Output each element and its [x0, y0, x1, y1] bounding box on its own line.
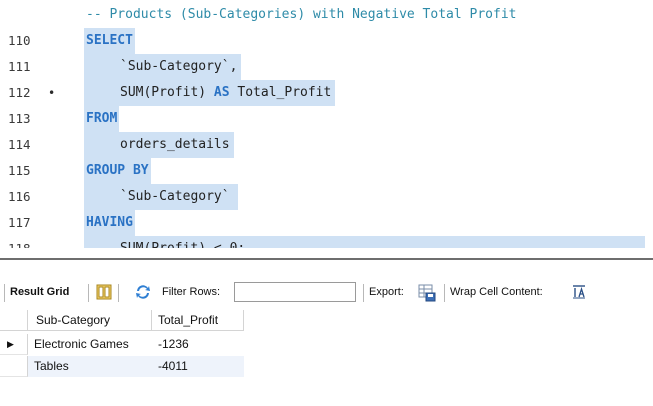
toolbar-divider	[444, 284, 445, 302]
form-editor-icon[interactable]	[96, 284, 112, 300]
column-header-sub-category[interactable]: Sub-Category	[28, 310, 152, 331]
result-toolbar: Result Grid Filter Rows: Export: Wrap Ce…	[0, 282, 653, 304]
grid-cell[interactable]: Tables	[28, 356, 152, 377]
sql-function: SUM(Profit)	[120, 85, 207, 100]
export-label: Export:	[369, 286, 404, 298]
toolbar-divider	[4, 284, 5, 302]
row-header-corner	[0, 310, 28, 331]
code-line-111[interactable]: 111 • SELECT	[0, 28, 653, 100]
column-header-total-profit[interactable]: Total_Profit	[152, 310, 244, 331]
code-text: SELECT	[84, 28, 135, 54]
code-text: `Sub-Category`,	[84, 54, 242, 80]
sql-keyword: GROUP BY	[86, 163, 149, 178]
code-line-118[interactable]: 118 HAVING	[0, 210, 653, 248]
sql-keyword: SELECT	[86, 33, 133, 48]
row-pointer-icon[interactable]: ▶	[0, 334, 28, 355]
result-grid[interactable]: Sub-Category Total_Profit ▶ Electronic G…	[0, 310, 653, 406]
code-line-116[interactable]: 116 GROUP BY	[0, 158, 653, 204]
sql-keyword: HAVING	[86, 215, 133, 230]
wrap-cell-content-label: Wrap Cell Content:	[450, 286, 543, 298]
code-text: orders_details	[84, 132, 234, 158]
code-line-117[interactable]: 117 `Sub-Category`	[0, 184, 653, 230]
code-text: FROM	[84, 106, 120, 132]
panel-splitter[interactable]	[0, 258, 653, 260]
code-text: HAVING	[84, 210, 135, 236]
code-text: `Sub-Category`	[84, 184, 238, 210]
sql-alias: Total_Profit	[237, 85, 332, 100]
toolbar-divider	[118, 284, 119, 302]
filter-rows-input[interactable]	[234, 282, 356, 302]
code-line-113[interactable]: 113 SUM(Profit) AS Total_Profit	[0, 80, 653, 126]
code-text: SUM(Profit) < 0;	[84, 236, 646, 248]
sql-keyword: AS	[213, 85, 230, 100]
filter-rows-label: Filter Rows:	[162, 286, 221, 298]
row-selector[interactable]	[0, 356, 28, 377]
code-line-112[interactable]: 112 `Sub-Category`,	[0, 54, 653, 100]
toolbar-divider	[88, 284, 89, 302]
code-text: GROUP BY	[84, 158, 151, 184]
code-line-119[interactable]: 119 SUM(Profit) < 0;	[0, 236, 653, 248]
code-line-115[interactable]: 115 orders_details	[0, 132, 653, 178]
result-grid-tab[interactable]: Result Grid	[10, 286, 69, 298]
grid-cell[interactable]: -4011	[152, 356, 244, 377]
grid-cell[interactable]: -1236	[152, 334, 244, 355]
sql-comment: -- Products (Sub-Categories) with Negati…	[86, 7, 517, 22]
code-line-114[interactable]: 114 FROM	[0, 106, 653, 152]
sql-editor[interactable]: 110 -- Products (Sub-Categories) with Ne…	[0, 0, 653, 248]
grid-cell[interactable]: Electronic Games	[28, 334, 152, 355]
sql-keyword: FROM	[86, 111, 118, 126]
wrap-cell-content-icon[interactable]	[572, 285, 586, 299]
code-line-110[interactable]: 110 -- Products (Sub-Categories) with Ne…	[0, 2, 653, 48]
code-text: SUM(Profit) AS Total_Profit	[84, 80, 336, 106]
toolbar-divider	[363, 284, 364, 302]
export-icon[interactable]	[418, 284, 436, 302]
refresh-icon[interactable]	[134, 284, 150, 300]
